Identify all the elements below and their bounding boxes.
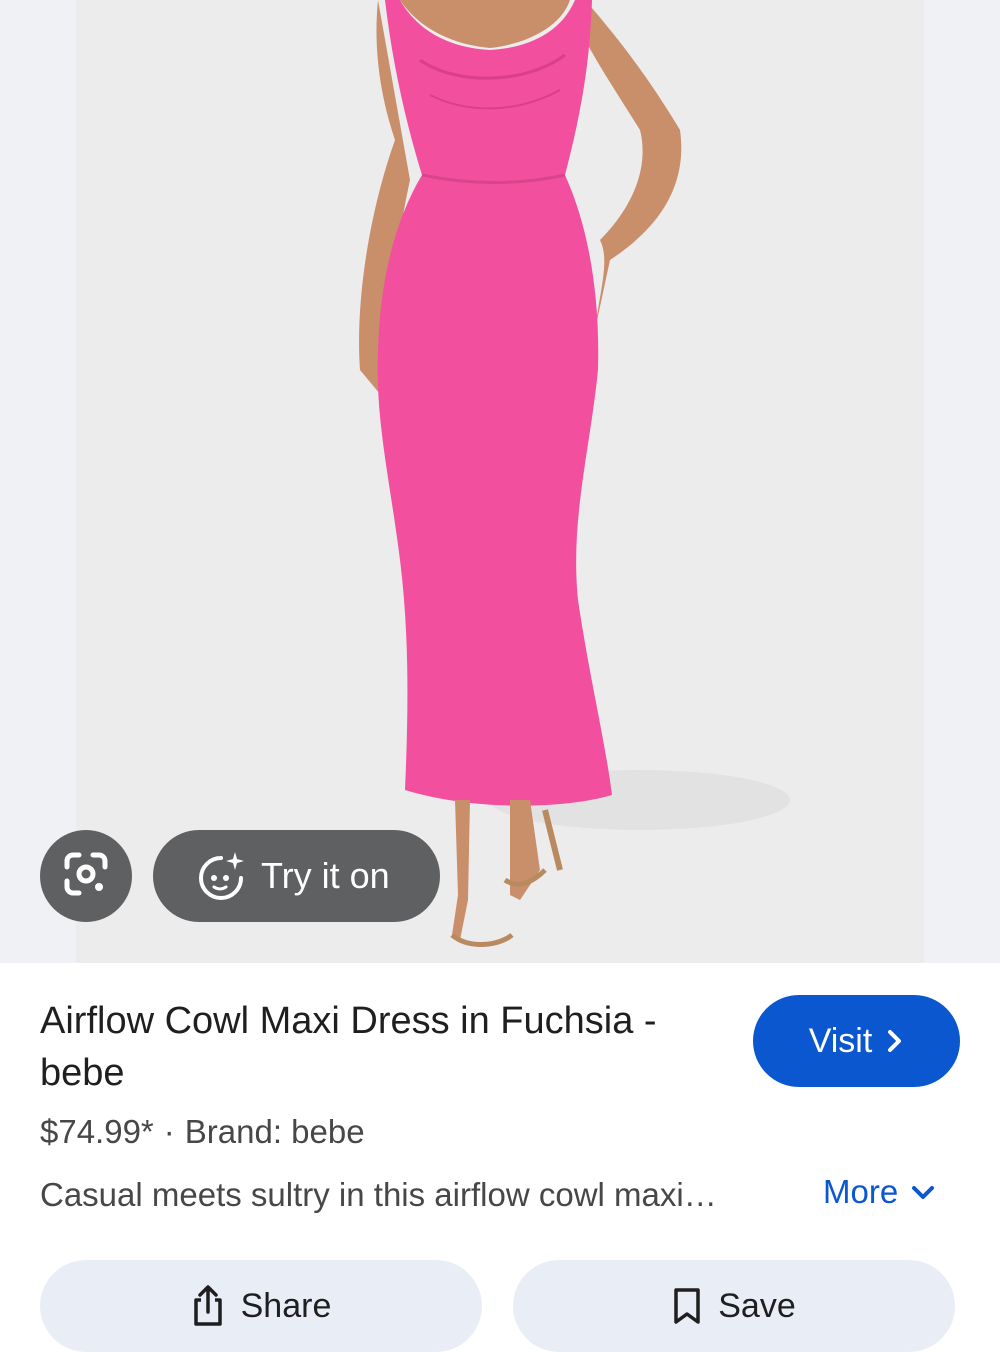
share-icon <box>191 1284 225 1328</box>
product-description: Casual meets sultry in this airflow cowl… <box>40 1176 717 1213</box>
visit-button[interactable]: Visit <box>753 995 960 1087</box>
sparkle-face-icon <box>195 850 247 902</box>
try-it-on-label: Try it on <box>261 855 390 896</box>
chevron-right-icon <box>886 1028 904 1054</box>
save-button[interactable]: Save <box>513 1260 955 1352</box>
more-label: More <box>823 1173 899 1210</box>
chevron-down-icon <box>910 1183 936 1201</box>
google-lens-button[interactable] <box>40 830 132 922</box>
product-image-area[interactable]: Try it on <box>0 0 1000 963</box>
try-it-on-button[interactable]: Try it on <box>153 830 440 922</box>
brand: Brand: bebe <box>184 1113 365 1150</box>
product-info-panel: Airflow Cowl Maxi Dress in Fuchsia - beb… <box>0 963 1000 1352</box>
product-title[interactable]: Airflow Cowl Maxi Dress in Fuchsia - beb… <box>40 995 730 1099</box>
save-label: Save <box>718 1286 796 1325</box>
more-button[interactable]: More <box>823 1173 936 1211</box>
meta-separator: · <box>163 1113 175 1150</box>
price: $74.99* <box>40 1113 154 1150</box>
share-label: Share <box>240 1286 332 1325</box>
price-brand-line: $74.99* · Brand: bebe <box>40 1113 365 1151</box>
camera-lens-icon <box>61 849 111 904</box>
product-photo <box>359 0 790 947</box>
share-button[interactable]: Share <box>40 1260 482 1352</box>
visit-label: Visit <box>808 1021 873 1060</box>
bookmark-icon <box>672 1287 702 1325</box>
